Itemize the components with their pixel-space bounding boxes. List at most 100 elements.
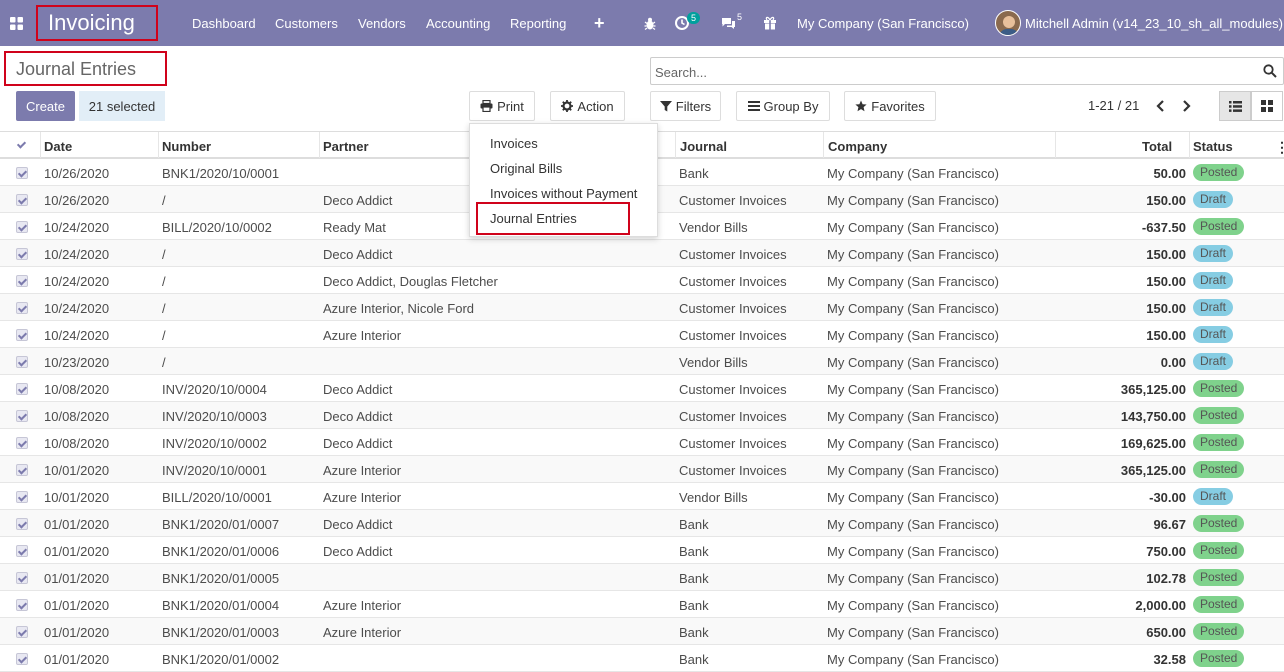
table-row[interactable]: 10/01/2020 INV/2020/10/0001 Azure Interior…: [0, 456, 1284, 483]
company-switcher[interactable]: My Company (San Francisco): [797, 0, 969, 46]
cell-partner: Deco Addict: [323, 247, 393, 262]
header-company[interactable]: Company: [828, 139, 887, 154]
optional-columns-icon[interactable]: ⋮: [1275, 139, 1284, 156]
table-row[interactable]: 10/08/2020 INV/2020/10/0003 Deco Addict Cus…: [0, 402, 1284, 429]
status-badge: Posted: [1193, 569, 1245, 586]
menu-dashboard[interactable]: Dashboard: [192, 0, 256, 46]
header-total[interactable]: Total: [1142, 139, 1172, 154]
cell-date: 10/24/2020: [44, 328, 110, 343]
row-checkbox[interactable]: [16, 410, 28, 422]
search-input[interactable]: Search...: [650, 57, 1284, 85]
cell-journal: Customer Invoices: [679, 193, 787, 208]
row-checkbox[interactable]: [16, 302, 28, 314]
table-row[interactable]: 10/08/2020 INV/2020/10/0002 Deco Addict Cus…: [0, 429, 1284, 456]
cell-partner: Deco Addict, Douglas Fletcher: [323, 274, 498, 289]
cell-company: My Company (San Francisco): [827, 193, 999, 208]
row-checkbox[interactable]: [16, 491, 28, 503]
cell-number: /: [162, 193, 166, 208]
row-checkbox[interactable]: [16, 599, 28, 611]
star-icon: [855, 100, 867, 112]
cell-total: 0.00: [1160, 355, 1186, 370]
row-checkbox[interactable]: [16, 248, 28, 260]
plus-icon[interactable]: +: [594, 0, 605, 46]
print-button[interactable]: Print: [469, 91, 535, 121]
apps-menu-icon[interactable]: [10, 0, 23, 46]
cell-date: 10/23/2020: [44, 355, 110, 370]
row-checkbox[interactable]: [16, 167, 28, 179]
pager-previous-icon[interactable]: [1155, 100, 1165, 112]
printer-icon: [480, 100, 493, 112]
print-dropdown-menu: Invoices Original Bills Invoices without…: [469, 123, 658, 237]
gift-icon[interactable]: [763, 0, 777, 46]
cell-number: BNK1/2020/01/0007: [162, 517, 280, 532]
row-checkbox[interactable]: [16, 194, 28, 206]
activity-count-badge: 5: [687, 12, 701, 24]
print-menu-item-invoices[interactable]: Invoices: [490, 136, 538, 151]
table-row[interactable]: 10/24/2020 / Azure Interior Customer Invoic…: [0, 321, 1284, 348]
cell-partner: Deco Addict: [323, 544, 393, 559]
table-row[interactable]: 10/24/2020 / Azure Interior, Nicole Ford Cu…: [0, 294, 1284, 321]
header-date[interactable]: Date: [44, 139, 72, 154]
user-menu[interactable]: Mitchell Admin (v14_23_10_sh_all_modules…: [995, 0, 1283, 46]
menu-vendors[interactable]: Vendors: [358, 0, 406, 46]
filters-label: Filters: [675, 98, 712, 114]
row-checkbox[interactable]: [16, 653, 28, 665]
row-checkbox[interactable]: [16, 464, 28, 476]
table-row[interactable]: 01/01/2020 BNK1/2020/01/0005 Bank My Compan…: [0, 564, 1284, 591]
menu-customers[interactable]: Customers: [275, 0, 338, 46]
cell-date: 01/01/2020: [44, 517, 110, 532]
cell-total: 143,750.00: [1120, 409, 1186, 424]
create-button[interactable]: Create: [16, 91, 75, 121]
table-row[interactable]: 10/08/2020 INV/2020/10/0004 Deco Addict Cus…: [0, 375, 1284, 402]
table-row[interactable]: 01/01/2020 BNK1/2020/01/0003 Azure Interio…: [0, 618, 1284, 645]
cell-journal: Bank: [679, 544, 709, 559]
cell-date: 10/24/2020: [44, 274, 110, 289]
cell-number: BNK1/2020/10/0001: [162, 166, 280, 181]
search-icon[interactable]: [1263, 64, 1277, 78]
header-partner[interactable]: Partner: [323, 139, 369, 154]
group-by-button[interactable]: Group By: [736, 91, 830, 121]
row-checkbox[interactable]: [16, 437, 28, 449]
cell-number: INV/2020/10/0001: [162, 463, 267, 478]
list-view-button[interactable]: [1219, 91, 1251, 121]
table-row[interactable]: 01/01/2020 BNK1/2020/01/0002 Bank My Compan…: [0, 645, 1284, 672]
row-checkbox[interactable]: [16, 221, 28, 233]
row-checkbox[interactable]: [16, 383, 28, 395]
print-menu-item-original-bills[interactable]: Original Bills: [490, 161, 562, 176]
action-button[interactable]: Action: [550, 91, 625, 121]
pager-next-icon[interactable]: [1182, 100, 1192, 112]
table-row[interactable]: 01/01/2020 BNK1/2020/01/0004 Azure Interio…: [0, 591, 1284, 618]
row-checkbox[interactable]: [16, 518, 28, 530]
table-row[interactable]: 01/01/2020 BNK1/2020/01/0007 Deco Addict Ba…: [0, 510, 1284, 537]
filters-button[interactable]: Filters: [650, 91, 721, 121]
menu-accounting[interactable]: Accounting: [426, 0, 490, 46]
row-checkbox[interactable]: [16, 329, 28, 341]
bug-icon[interactable]: [644, 0, 656, 46]
cell-journal: Customer Invoices: [679, 463, 787, 478]
row-checkbox[interactable]: [16, 572, 28, 584]
table-row[interactable]: 01/01/2020 BNK1/2020/01/0006 Deco Addict Ba…: [0, 537, 1284, 564]
header-status[interactable]: Status: [1193, 139, 1233, 154]
row-checkbox[interactable]: [16, 275, 28, 287]
table-row[interactable]: 10/24/2020 / Deco Addict Customer Invoices M…: [0, 240, 1284, 267]
kanban-view-button[interactable]: [1251, 91, 1283, 121]
row-checkbox[interactable]: [16, 626, 28, 638]
table-row[interactable]: 10/24/2020 / Deco Addict, Douglas Fletcher…: [0, 267, 1284, 294]
table-row[interactable]: 10/01/2020 BILL/2020/10/0001 Azure Interio…: [0, 483, 1284, 510]
cell-partner: Deco Addict: [323, 436, 393, 451]
row-checkbox[interactable]: [16, 356, 28, 368]
header-number[interactable]: Number: [162, 139, 211, 154]
print-menu-item-invoices-without-payment[interactable]: Invoices without Payment: [490, 186, 637, 201]
header-journal[interactable]: Journal: [680, 139, 727, 154]
cell-number: /: [162, 274, 166, 289]
menu-reporting[interactable]: Reporting: [510, 0, 566, 46]
activity-clock-icon[interactable]: [675, 0, 689, 46]
table-row[interactable]: 10/23/2020 / Vendor Bills My Company (San F…: [0, 348, 1284, 375]
messages-icon[interactable]: [721, 0, 736, 46]
cell-journal: Customer Invoices: [679, 247, 787, 262]
cell-number: BNK1/2020/01/0004: [162, 598, 280, 613]
row-checkbox[interactable]: [16, 545, 28, 557]
pager-value[interactable]: 1-21 / 21: [1088, 98, 1139, 113]
select-all-checkbox[interactable]: [16, 139, 28, 151]
favorites-button[interactable]: Favorites: [844, 91, 936, 121]
